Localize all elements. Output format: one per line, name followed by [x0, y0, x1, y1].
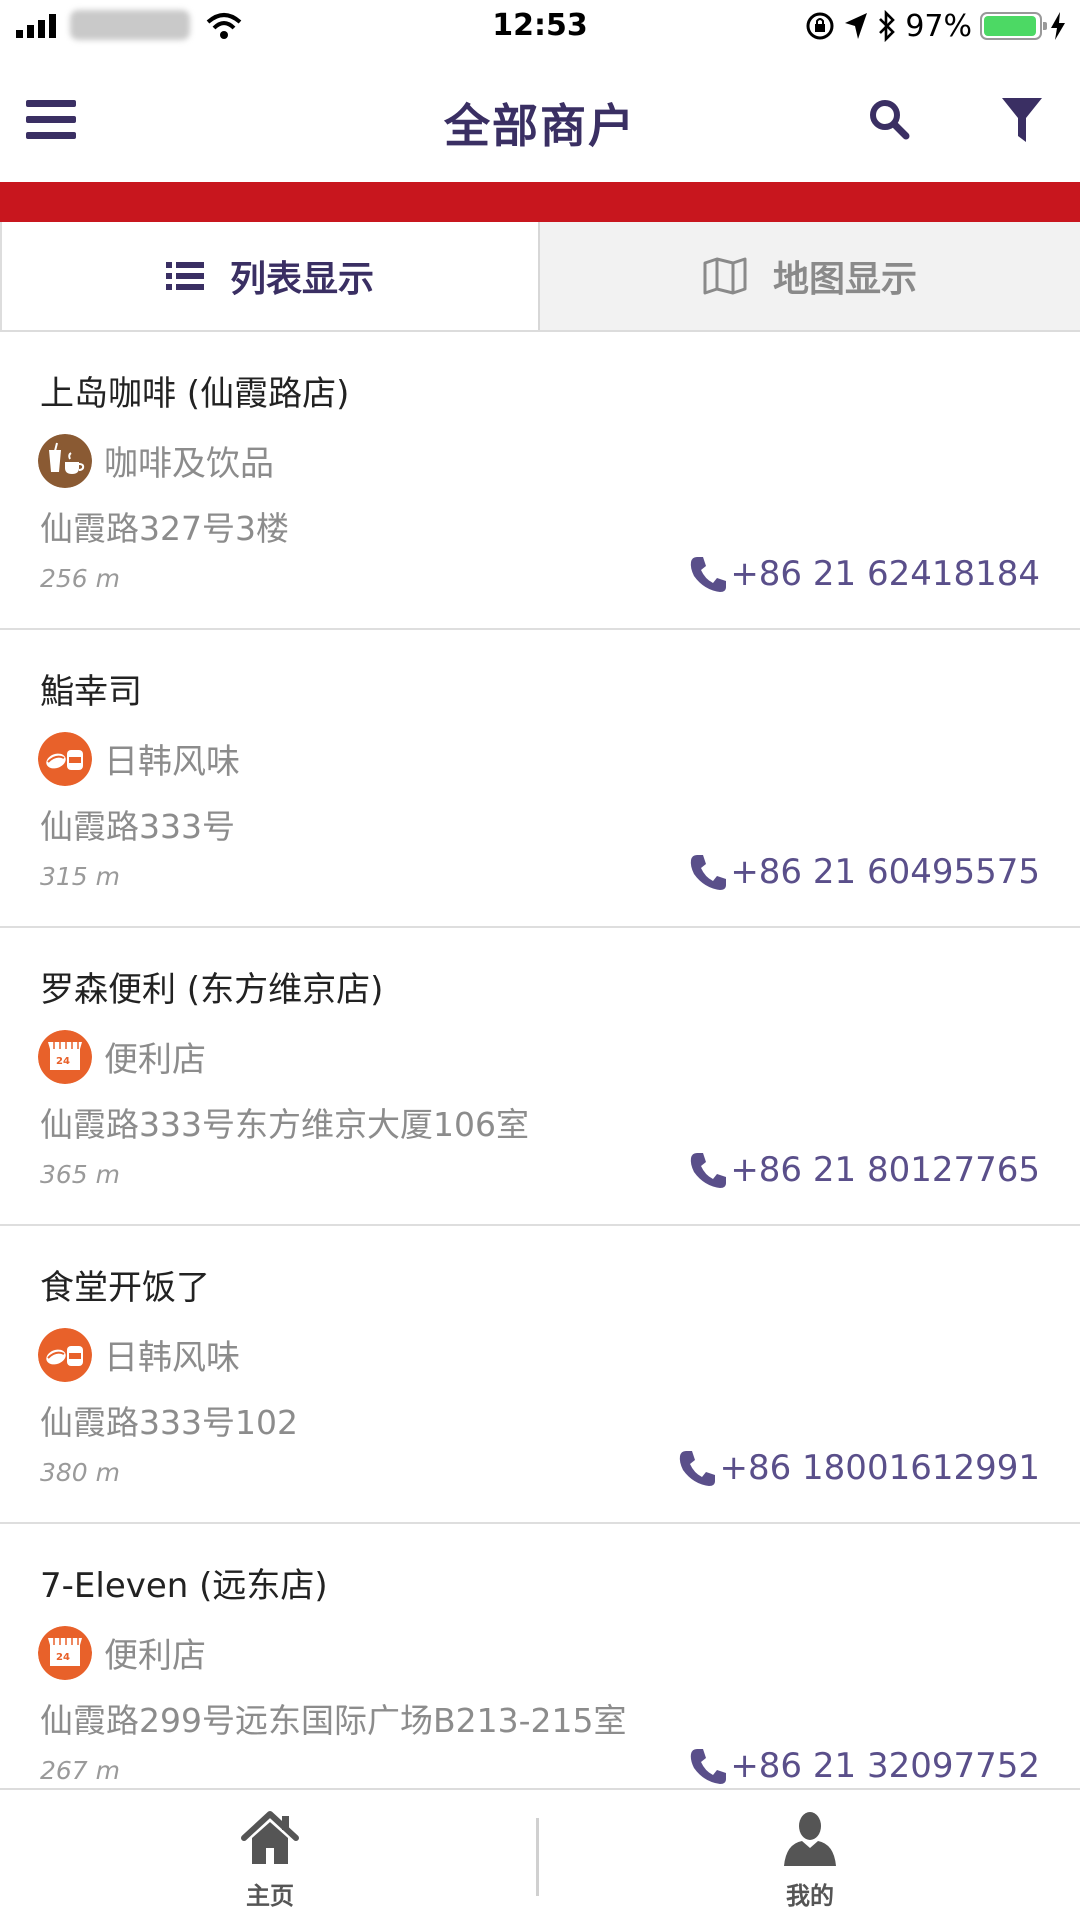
battery-percent: 97% [905, 8, 972, 44]
merchant-name: 食堂开饭了 [40, 1268, 210, 1308]
phone-number: +86 21 80127765 [730, 1150, 1040, 1190]
phone-link[interactable]: +86 18001612991 [677, 1448, 1040, 1488]
merchant-name: 罗森便利 (东方维京店) [40, 970, 384, 1010]
map-icon [703, 257, 747, 295]
phone-link[interactable]: +86 21 80127765 [688, 1150, 1040, 1190]
status-bar: 12:53 97% [0, 0, 1080, 54]
merchant-distance: 315 m [40, 862, 121, 891]
phone-icon [691, 1749, 727, 1784]
merchant-address: 仙霞路333号102 [40, 1403, 298, 1442]
list-item[interactable]: 食堂开饭了 日韩风味 仙霞路333号102 380 m +86 18001612… [0, 1226, 1080, 1524]
svg-text:24: 24 [56, 1056, 70, 1067]
tab-list-label: 列表显示 [229, 259, 374, 300]
page-title: 全部商户 [444, 99, 636, 153]
merchant-distance: 267 m [40, 1756, 121, 1785]
tabbar-me[interactable]: 我的 [540, 1790, 1080, 1920]
merchant-name: 鮨幸司 [40, 672, 142, 712]
merchant-address: 仙霞路299号远东国际广场B213-215室 [40, 1701, 627, 1740]
tab-map-view[interactable]: 地图显示 [538, 222, 1080, 330]
merchant-category: 日韩风味 [104, 1338, 240, 1378]
phone-number: +86 21 62418184 [730, 554, 1040, 594]
store-icon: 24 [38, 1626, 92, 1680]
red-banner [0, 182, 1080, 222]
sushi-icon [38, 732, 92, 786]
home-icon [241, 1811, 299, 1864]
filter-icon[interactable] [1000, 96, 1044, 144]
battery-icon [980, 12, 1047, 40]
status-right: 97% [805, 8, 1066, 44]
merchant-category: 日韩风味 [104, 742, 240, 782]
phone-link[interactable]: +86 21 32097752 [688, 1746, 1040, 1786]
list-icon [165, 262, 204, 290]
phone-link[interactable]: +86 21 62418184 [688, 554, 1040, 594]
phone-number: +86 18001612991 [719, 1448, 1040, 1488]
tab-map-label: 地图显示 [772, 259, 917, 300]
tabbar-me-label: 我的 [786, 1882, 834, 1910]
tabbar-home[interactable]: 主页 [0, 1790, 540, 1920]
phone-icon [680, 1451, 716, 1486]
merchant-category: 咖啡及饮品 [104, 444, 274, 484]
phone-icon [691, 1153, 727, 1188]
merchant-address: 仙霞路333号 [40, 807, 235, 846]
phone-link[interactable]: +86 21 60495575 [688, 852, 1040, 892]
battery-level [984, 16, 1037, 36]
charging-icon [1051, 12, 1065, 40]
bluetooth-icon [879, 10, 896, 42]
list-item[interactable]: 上岛咖啡 (仙霞路店) 咖啡及饮品 仙霞路327号3楼 256 m +86 21… [0, 332, 1080, 630]
merchant-list[interactable]: 上岛咖啡 (仙霞路店) 咖啡及饮品 仙霞路327号3楼 256 m +86 21… [0, 332, 1080, 1788]
merchant-distance: 380 m [40, 1458, 121, 1487]
rotation-lock-icon [806, 12, 834, 40]
list-item[interactable]: 鮨幸司 日韩风味 仙霞路333号 315 m +86 21 60495575 [0, 630, 1080, 928]
phone-number: +86 21 60495575 [730, 852, 1040, 892]
phone-icon [691, 557, 727, 592]
merchant-name: 7-Eleven (远东店) [40, 1566, 328, 1606]
sushi-icon [38, 1328, 92, 1382]
tab-list-view[interactable]: 列表显示 [0, 222, 538, 330]
list-item[interactable]: 7-Eleven (远东店) 24 便利店 仙霞路299号远东国际广场B213-… [0, 1524, 1080, 1788]
tabbar-home-label: 主页 [246, 1882, 294, 1910]
phone-number: +86 21 32097752 [730, 1746, 1040, 1786]
merchant-category: 便利店 [104, 1040, 206, 1080]
merchant-address: 仙霞路333号东方维京大厦106室 [40, 1105, 529, 1144]
location-icon [845, 13, 868, 39]
store-icon: 24 [38, 1030, 92, 1084]
view-tabs: 列表显示 地图显示 [0, 222, 1080, 332]
merchant-distance: 256 m [40, 564, 121, 593]
merchant-name: 上岛咖啡 (仙霞路店) [40, 374, 350, 414]
merchant-distance: 365 m [40, 1160, 121, 1189]
merchant-category: 便利店 [104, 1636, 206, 1676]
nav-bar: 全部商户 [0, 54, 1080, 182]
list-item[interactable]: 罗森便利 (东方维京店) 24 便利店 仙霞路333号东方维京大厦106室 36… [0, 928, 1080, 1226]
svg-text:24: 24 [56, 1652, 70, 1663]
merchant-address: 仙霞路327号3楼 [40, 509, 289, 548]
tabbar-divider [536, 1818, 539, 1896]
coffee-icon [38, 434, 92, 488]
phone-icon [691, 855, 727, 890]
user-icon [784, 1812, 836, 1866]
search-icon[interactable] [868, 98, 910, 140]
bottom-tab-bar: 主页 我的 [0, 1788, 1080, 1920]
